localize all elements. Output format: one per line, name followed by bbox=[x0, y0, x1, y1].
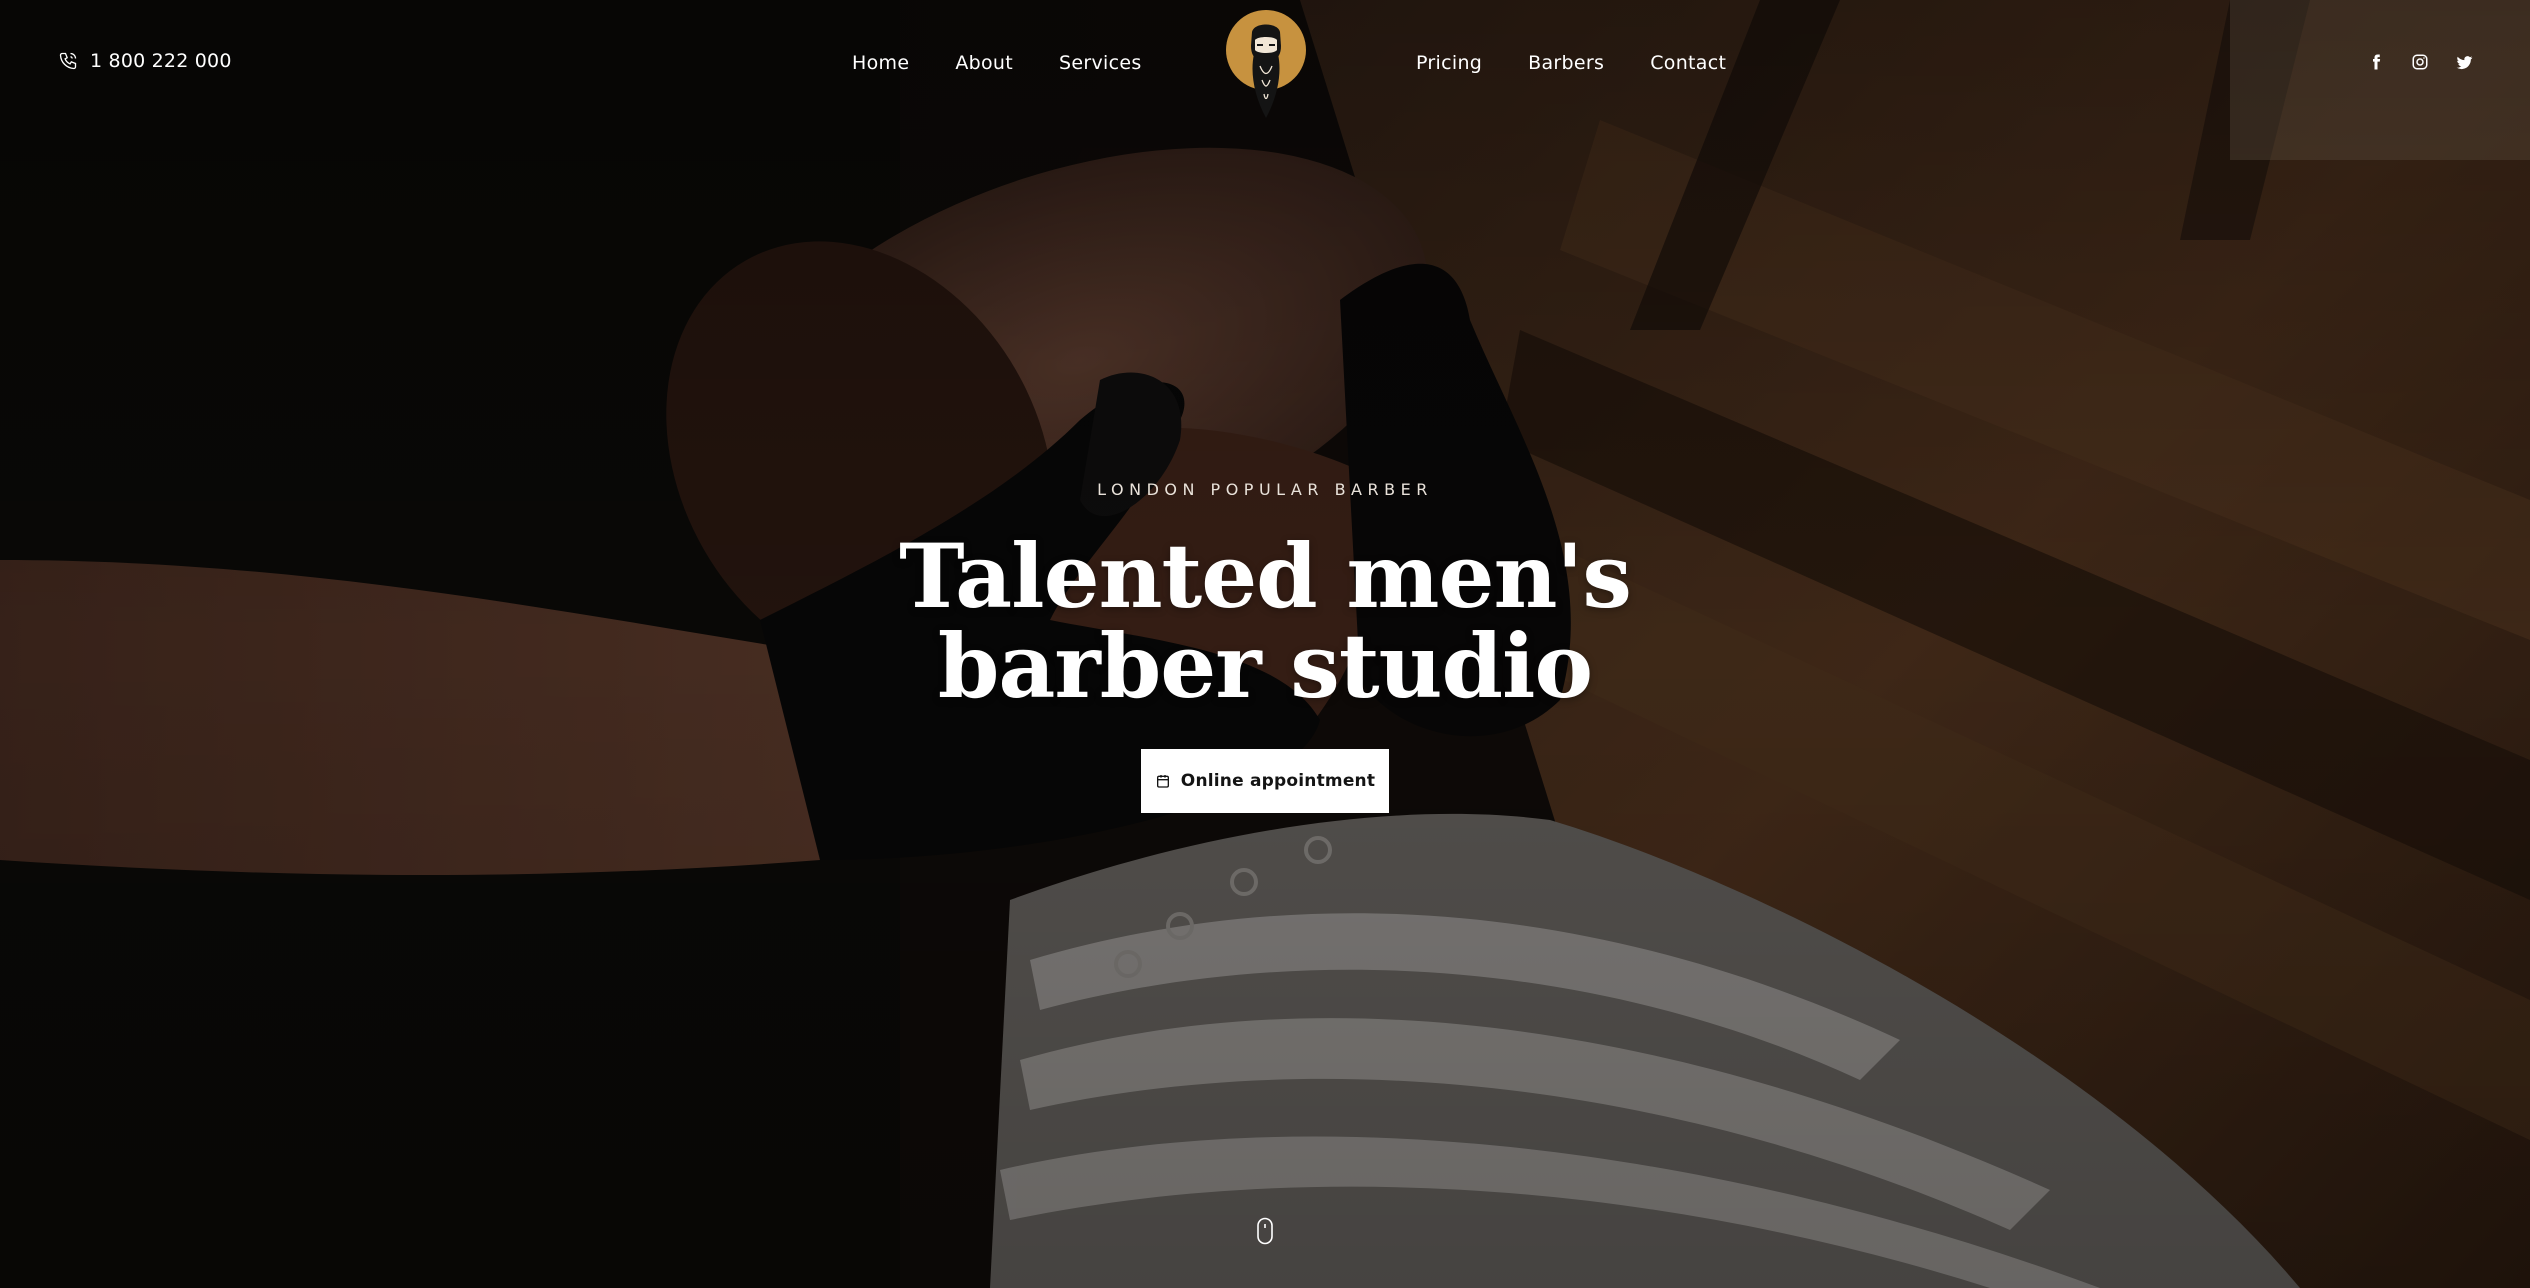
nav-item-services[interactable]: Services bbox=[1059, 52, 1142, 74]
nav-item-barbers[interactable]: Barbers bbox=[1528, 52, 1604, 74]
phone-number: 1 800 222 000 bbox=[90, 50, 232, 72]
hero-headline-line-2: barber studio bbox=[937, 614, 1593, 718]
instagram-icon[interactable] bbox=[2410, 52, 2430, 72]
bearded-man-logo-icon[interactable] bbox=[1224, 10, 1308, 122]
social-links bbox=[2366, 52, 2474, 72]
hero-content: LONDON POPULAR BARBER Talented men's bar… bbox=[0, 480, 2530, 813]
phone-link[interactable]: 1 800 222 000 bbox=[58, 50, 232, 72]
facebook-icon[interactable] bbox=[2366, 52, 2386, 72]
nav-item-home[interactable]: Home bbox=[852, 52, 909, 74]
online-appointment-button[interactable]: Online appointment bbox=[1141, 749, 1389, 813]
nav-left: Home About Services bbox=[852, 52, 1142, 74]
hero-headline: Talented men's barber studio bbox=[0, 531, 2530, 711]
hero-eyebrow: LONDON POPULAR BARBER bbox=[1097, 480, 1433, 499]
hero-section: 1 800 222 000 Home About Services Pricin… bbox=[0, 0, 2530, 1288]
online-appointment-label: Online appointment bbox=[1180, 771, 1376, 791]
nav-item-contact[interactable]: Contact bbox=[1650, 52, 1726, 74]
mouse-scroll-icon[interactable] bbox=[1256, 1217, 1274, 1245]
nav-item-about[interactable]: About bbox=[955, 52, 1013, 74]
hero-headline-line-1: Talented men's bbox=[899, 524, 1632, 628]
nav-right: Pricing Barbers Contact bbox=[1416, 52, 1726, 74]
twitter-icon[interactable] bbox=[2454, 52, 2474, 72]
nav-item-pricing[interactable]: Pricing bbox=[1416, 52, 1482, 74]
site-header: 1 800 222 000 Home About Services Pricin… bbox=[0, 0, 2530, 132]
phone-icon bbox=[59, 52, 77, 70]
calendar-icon bbox=[1156, 775, 1169, 788]
